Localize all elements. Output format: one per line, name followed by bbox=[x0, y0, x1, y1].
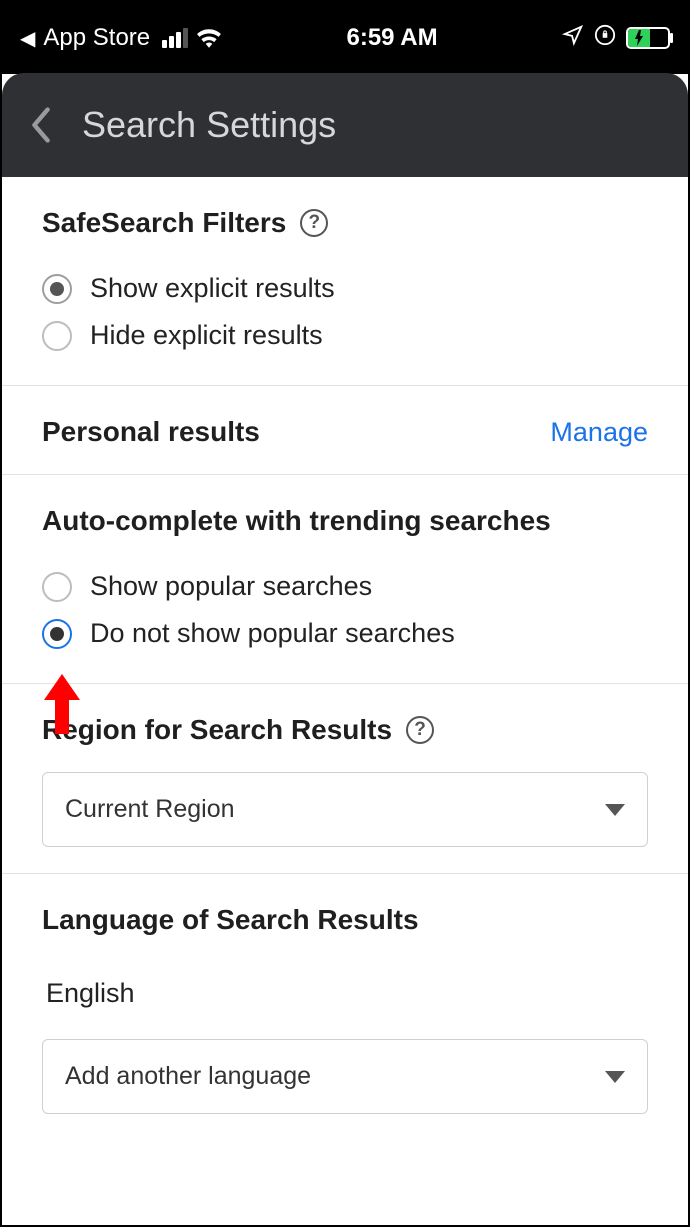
language-value: English bbox=[42, 962, 648, 1035]
ios-status-bar: ◀ App Store 6:59 AM bbox=[2, 2, 688, 74]
battery-icon bbox=[626, 27, 670, 49]
radio-label: Do not show popular searches bbox=[90, 618, 455, 649]
section-region: Region for Search Results ? Current Regi… bbox=[2, 684, 688, 874]
cellular-signal-icon bbox=[162, 28, 188, 48]
region-select[interactable]: Current Region bbox=[42, 772, 648, 847]
location-icon bbox=[562, 24, 584, 53]
radio-show-popular[interactable]: Show popular searches bbox=[42, 563, 648, 610]
radio-icon bbox=[42, 572, 72, 602]
help-icon[interactable]: ? bbox=[406, 716, 434, 744]
radio-hide-explicit[interactable]: Hide explicit results bbox=[42, 312, 648, 359]
radio-icon bbox=[42, 274, 72, 304]
autocomplete-title: Auto-complete with trending searches bbox=[42, 505, 551, 537]
back-to-app-icon[interactable]: ◀ bbox=[20, 26, 35, 51]
radio-label: Show explicit results bbox=[90, 273, 335, 304]
language-title: Language of Search Results bbox=[42, 904, 419, 936]
chevron-down-icon bbox=[605, 1071, 625, 1083]
radio-hide-popular[interactable]: Do not show popular searches bbox=[42, 610, 648, 657]
section-language: Language of Search Results English Add a… bbox=[2, 874, 688, 1140]
back-button[interactable] bbox=[30, 106, 52, 144]
region-value: Current Region bbox=[65, 795, 235, 824]
radio-label: Show popular searches bbox=[90, 571, 372, 602]
personal-results-title: Personal results bbox=[42, 416, 260, 448]
page-header: Search Settings bbox=[2, 73, 688, 177]
section-safesearch: SafeSearch Filters ? Show explicit resul… bbox=[2, 177, 688, 386]
safesearch-title: SafeSearch Filters bbox=[42, 207, 286, 239]
orientation-lock-icon bbox=[594, 24, 616, 53]
radio-label: Hide explicit results bbox=[90, 320, 323, 351]
help-icon[interactable]: ? bbox=[300, 209, 328, 237]
wifi-icon bbox=[196, 28, 222, 48]
region-title: Region for Search Results bbox=[42, 714, 392, 746]
section-autocomplete: Auto-complete with trending searches Sho… bbox=[2, 475, 688, 684]
section-personal-results: Personal results Manage bbox=[2, 386, 688, 475]
radio-show-explicit[interactable]: Show explicit results bbox=[42, 265, 648, 312]
manage-link[interactable]: Manage bbox=[550, 417, 648, 448]
page-title: Search Settings bbox=[82, 104, 336, 146]
add-language-label: Add another language bbox=[65, 1062, 311, 1091]
add-language-select[interactable]: Add another language bbox=[42, 1039, 648, 1114]
radio-icon bbox=[42, 619, 72, 649]
radio-icon bbox=[42, 321, 72, 351]
status-time: 6:59 AM bbox=[346, 24, 437, 52]
back-to-app-label[interactable]: App Store bbox=[43, 24, 150, 52]
chevron-down-icon bbox=[605, 804, 625, 816]
